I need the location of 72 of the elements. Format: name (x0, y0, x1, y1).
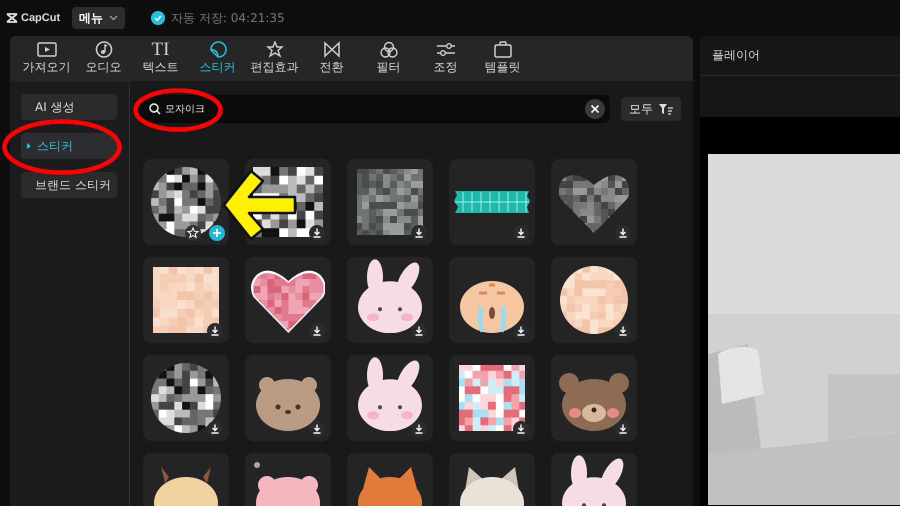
download-icon[interactable] (309, 323, 325, 339)
tab[interactable]: 전환 (303, 36, 360, 81)
tab[interactable]: 스티커 (189, 36, 246, 81)
check-circle-icon (151, 11, 166, 25)
download-icon[interactable] (309, 225, 325, 241)
sidebar-item[interactable]: AI 생성 (21, 94, 117, 120)
logo-icon (6, 13, 18, 23)
download-icon[interactable] (513, 421, 529, 437)
sticker-card[interactable] (245, 257, 331, 343)
chevron-icon (109, 15, 118, 21)
sticker-card[interactable] (449, 159, 535, 245)
sticker-card[interactable] (143, 257, 229, 343)
star-icon[interactable] (185, 225, 201, 241)
mosaic-sticker (559, 265, 630, 336)
music-note-icon (94, 41, 114, 58)
mosaic-sticker (151, 363, 222, 434)
tiger-sticker (460, 281, 524, 333)
sticker-card[interactable] (143, 159, 229, 245)
app-logo: CapCut (6, 12, 60, 24)
download-icon[interactable] (513, 225, 529, 241)
sticker-card[interactable] (347, 159, 433, 245)
autosave-status: 자동 저장: 04:21:35 (171, 10, 285, 26)
star-icon (264, 41, 284, 58)
mosaic-sticker (151, 265, 222, 336)
tab[interactable]: 오디오 (75, 36, 132, 81)
bear-sticker (256, 377, 320, 431)
sticker-card[interactable] (143, 355, 229, 441)
tab[interactable]: 필터 (360, 36, 417, 81)
tab[interactable]: 편집효과 (246, 36, 303, 81)
arrow-icon (221, 168, 299, 242)
download-icon[interactable] (411, 323, 427, 339)
sliders-icon (436, 41, 456, 58)
folder-icon (492, 41, 512, 58)
sidebar-item[interactable]: 스티커 (21, 133, 117, 159)
download-icon[interactable] (615, 225, 631, 241)
clear-icon[interactable] (585, 99, 605, 119)
download-icon[interactable] (207, 421, 223, 437)
panel-title: 플레이어 (712, 47, 760, 64)
mosaic-sticker (151, 167, 222, 238)
sticker-card[interactable] (551, 355, 637, 441)
search-icon (149, 103, 161, 115)
sticker-card[interactable] (245, 355, 331, 441)
sidebar-item[interactable]: 브랜드 스티커 (21, 172, 117, 198)
sticker-card[interactable] (347, 257, 433, 343)
mosaic-sticker (355, 167, 426, 238)
bear-sticker (559, 373, 629, 431)
sticker-card[interactable] (449, 355, 535, 441)
download-icon[interactable] (615, 421, 631, 437)
tab[interactable]: 가져오기 (18, 36, 75, 81)
caret-icon (27, 143, 31, 149)
download-icon[interactable] (207, 323, 223, 339)
sticker-card[interactable] (551, 257, 637, 343)
circles-icon (378, 41, 398, 58)
tab[interactable]: TI 텍스트 (132, 36, 189, 81)
sticker-card[interactable] (449, 257, 535, 343)
download-icon[interactable] (513, 323, 529, 339)
sticker-icon (208, 41, 228, 58)
download-icon[interactable] (411, 225, 427, 241)
download-icon[interactable] (309, 421, 325, 437)
search-field[interactable]: 모자이크 (140, 95, 610, 123)
tab[interactable]: 조정 (417, 36, 474, 81)
filter-button[interactable]: 모두 (621, 97, 681, 121)
download-icon[interactable] (411, 421, 427, 437)
play-screen-icon (36, 41, 56, 58)
add-icon[interactable] (209, 225, 225, 241)
menu-button[interactable]: 메뉴 (72, 7, 126, 29)
tab[interactable]: 템플릿 (474, 36, 531, 81)
mosaic-sticker (457, 363, 528, 434)
filter-icon (659, 104, 673, 114)
sticker-card[interactable] (347, 355, 433, 441)
bowtie-icon (322, 41, 342, 58)
download-icon[interactable] (615, 323, 631, 339)
